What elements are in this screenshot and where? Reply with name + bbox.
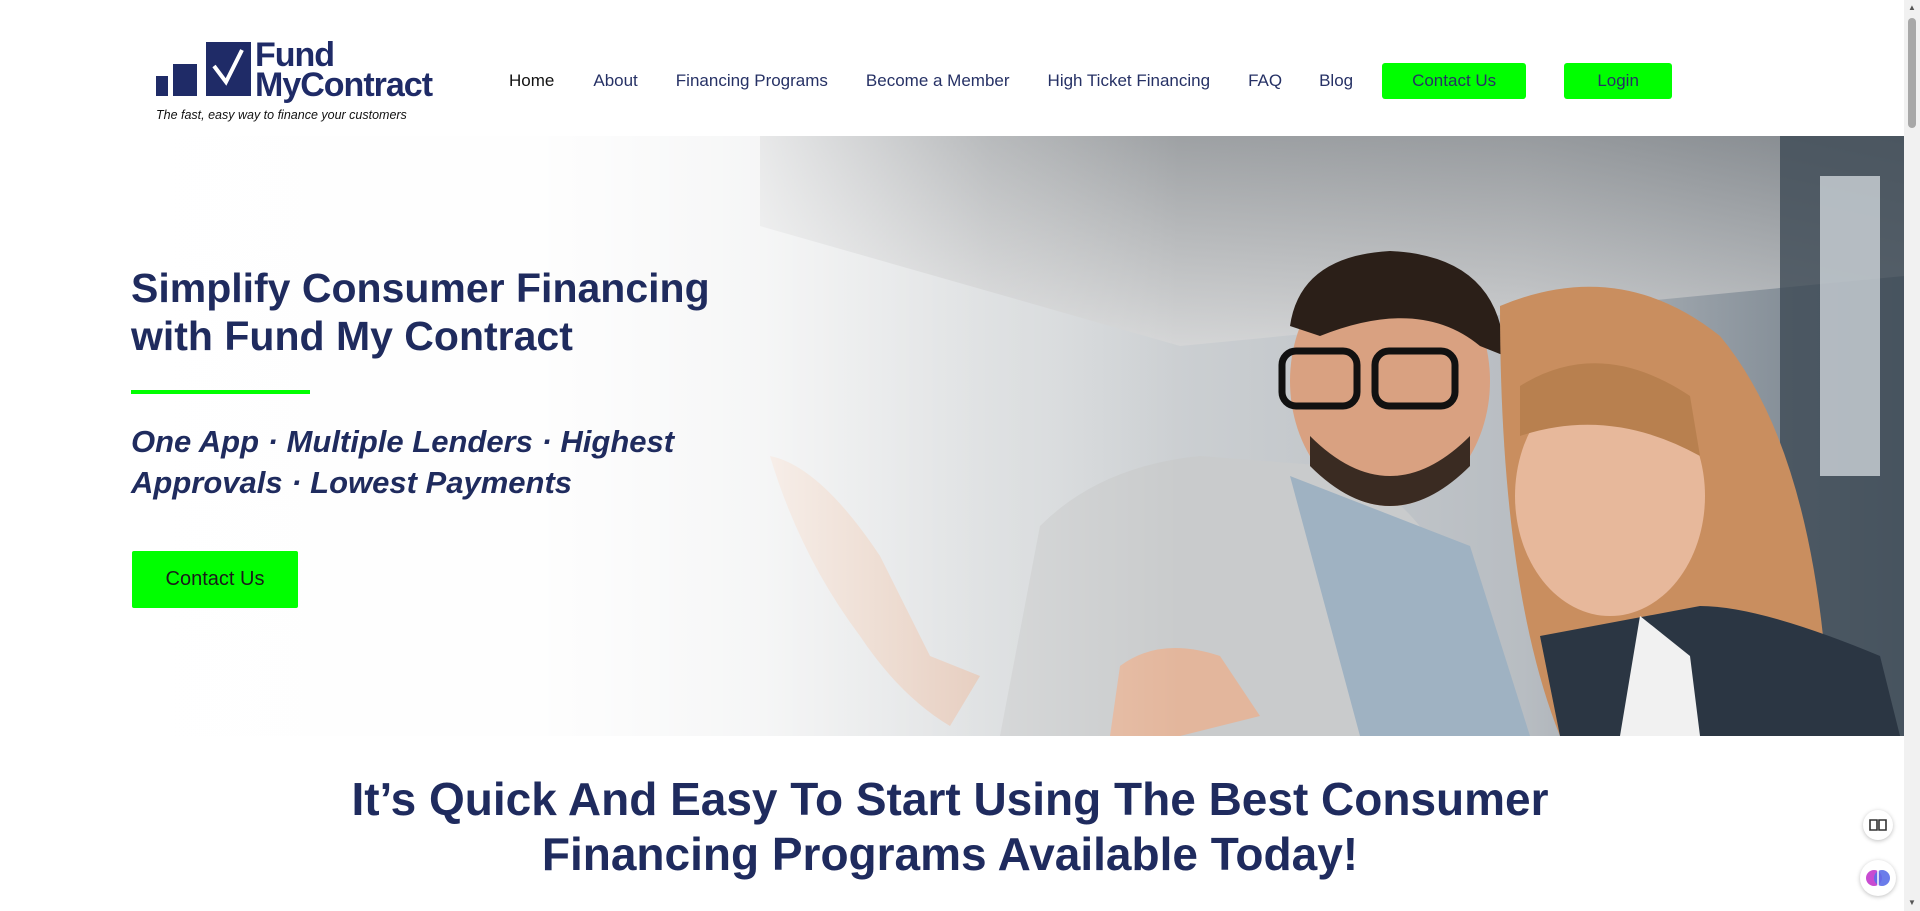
nav-item-become-a-member[interactable]: Become a Member — [866, 63, 1010, 99]
hero-contact-us-button[interactable]: Contact Us — [132, 551, 298, 608]
site-logo[interactable]: Fund MyContract The fast, easy way to fi… — [156, 36, 433, 128]
nav-item-about[interactable]: About — [593, 63, 637, 99]
main-nav: Home About Financing Programs Become a M… — [500, 63, 1673, 99]
nav-item-high-ticket-financing[interactable]: High Ticket Financing — [1048, 63, 1211, 99]
hero-title: Simplify Consumer Financing with Fund My… — [131, 265, 710, 359]
nav-item-faq[interactable]: FAQ — [1248, 63, 1282, 99]
logo-mark-icon — [156, 42, 251, 96]
nav-item-home[interactable]: Home — [509, 63, 554, 99]
contact-us-button[interactable]: Contact Us — [1382, 63, 1527, 99]
scrollbar-thumb[interactable] — [1908, 18, 1916, 128]
hero-banner: Simplify Consumer Financing with Fund My… — [0, 136, 1904, 736]
reader-mode-button[interactable] — [1863, 810, 1893, 840]
hero-subtitle: One App · Multiple Lenders · Highest App… — [131, 424, 675, 500]
section-heading: It’s Quick And Easy To Start Using The B… — [351, 773, 1549, 880]
nav-item-financing-programs[interactable]: Financing Programs — [676, 63, 828, 99]
hero-divider — [131, 390, 310, 394]
site-header: Fund MyContract The fast, easy way to fi… — [0, 0, 1904, 136]
nav-item-blog[interactable]: Blog — [1319, 63, 1353, 99]
login-button[interactable]: Login — [1564, 63, 1673, 99]
book-open-icon — [1869, 819, 1887, 831]
assistant-button[interactable] — [1860, 860, 1896, 896]
logo-tagline: The fast, easy way to finance your custo… — [156, 108, 407, 122]
page-scrollbar[interactable]: ▲ ▼ — [1904, 0, 1920, 911]
scroll-up-icon[interactable]: ▲ — [1904, 0, 1920, 16]
logo-word-mycontract: MyContract — [255, 66, 433, 104]
brain-icon — [1866, 870, 1890, 886]
scroll-down-icon[interactable]: ▼ — [1904, 895, 1920, 911]
